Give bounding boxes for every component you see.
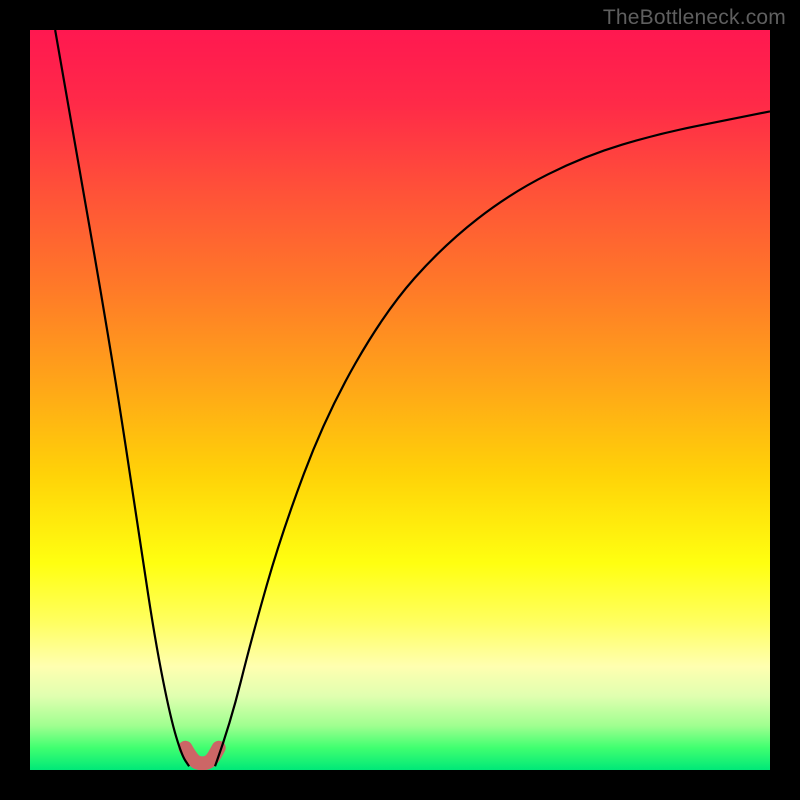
watermark-text: TheBottleneck.com — [603, 6, 786, 30]
highlight-marker — [185, 748, 218, 764]
curve-right-branch — [215, 111, 770, 766]
plot-area — [30, 30, 770, 770]
curve-left-branch — [55, 30, 189, 766]
chart-frame: TheBottleneck.com — [0, 0, 800, 800]
curve-layer — [30, 30, 770, 770]
